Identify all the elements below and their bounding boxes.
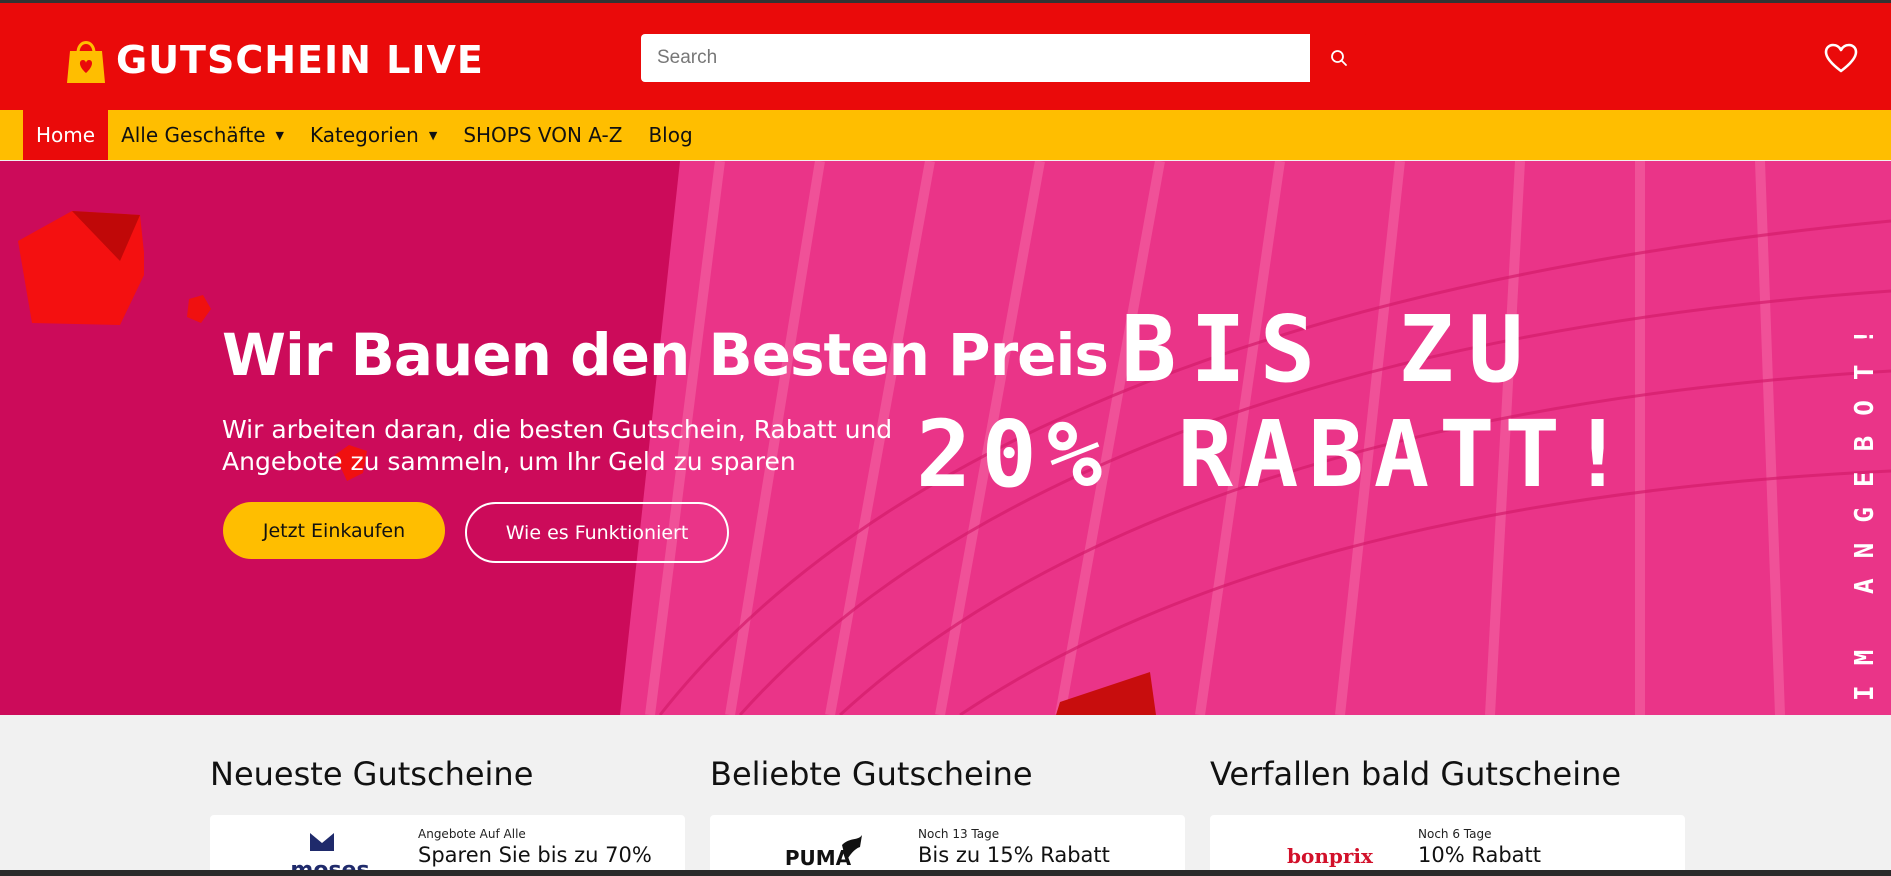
nav-item-label: SHOPS VON A-Z [463, 123, 623, 147]
logo-text: GUTSCHEIN LIVE [116, 38, 484, 82]
card-tag: Angebote Auf Alle [418, 827, 526, 841]
search-button[interactable] [1310, 34, 1368, 82]
card-title: Bis zu 15% Rabatt [918, 843, 1110, 867]
section-newest: Neueste Gutscheine [210, 755, 533, 793]
hero-banner: Wir Bauen den Besten Preis Wir arbeiten … [0, 161, 1891, 715]
svg-text:bonprix: bonprix [1287, 844, 1374, 868]
coupon-card[interactable]: moses Angebote Auf Alle Sparen Sie bis z… [210, 815, 685, 876]
heart-icon [1824, 43, 1858, 73]
promo-text-line1: BIS ZU [1121, 296, 1538, 403]
promo-vertical-text: IM ANGEBOT! [1850, 308, 1880, 701]
nav-item-label: Home [36, 123, 96, 147]
coupon-card[interactable]: bonprix Noch 6 Tage 10% Rabatt [1210, 815, 1685, 876]
search-input[interactable] [641, 34, 1310, 82]
decorative-red-gem [18, 211, 144, 325]
nav-item-home[interactable]: Home [23, 110, 109, 160]
section-expiring: Verfallen bald Gutscheine [1210, 755, 1621, 793]
card-title: Sparen Sie bis zu 70% [418, 843, 652, 867]
site-header: GUTSCHEIN LIVE [0, 3, 1891, 110]
shopping-bag-icon [67, 41, 105, 83]
card-tag: Noch 13 Tage [918, 827, 1000, 841]
caret-down-icon: ▼ [275, 128, 284, 142]
search-icon [1331, 50, 1347, 66]
nav-item-shops-a-z[interactable]: SHOPS VON A-Z [450, 110, 635, 160]
main-navigation: Home Alle Geschäfte ▼ Kategorien ▼ SHOPS… [0, 110, 1891, 160]
shop-now-button[interactable]: Jetzt Einkaufen [223, 502, 445, 559]
nav-item-kategorien[interactable]: Kategorien ▼ [297, 110, 450, 160]
decorative-red-dot [187, 295, 211, 323]
nav-item-alle-geschaefte[interactable]: Alle Geschäfte ▼ [108, 110, 297, 160]
section-title: Beliebte Gutscheine [710, 755, 1033, 793]
card-tag: Noch 6 Tage [1418, 827, 1492, 841]
nav-item-label: Kategorien [309, 123, 419, 147]
section-title: Verfallen bald Gutscheine [1210, 755, 1622, 793]
svg-text:PUMA: PUMA [785, 846, 852, 870]
card-title: 10% Rabatt [1418, 843, 1542, 867]
bottom-border [0, 870, 1891, 876]
nav-item-blog[interactable]: Blog [635, 110, 705, 160]
hero-title: Wir Bauen den Besten Preis [222, 321, 1109, 389]
decorative-red-gem-bottom [1056, 672, 1156, 715]
section-popular: Beliebte Gutscheine [710, 755, 1033, 793]
nav-item-label: Alle Geschäfte [121, 123, 266, 147]
favorites-button[interactable] [1823, 42, 1859, 74]
promo-text-line2: 20% RABATT! [916, 401, 1636, 508]
nav-item-label: Blog [648, 123, 693, 147]
how-it-works-button[interactable]: Wie es Funktioniert [465, 502, 729, 563]
caret-down-icon: ▼ [428, 128, 438, 142]
site-logo[interactable]: GUTSCHEIN LIVE [64, 35, 484, 85]
section-title: Neueste Gutscheine [210, 755, 534, 793]
hero-subtitle: Wir arbeiten daran, die besten Gutschein… [222, 415, 893, 476]
coupon-card[interactable]: PUMA Noch 13 Tage Bis zu 15% Rabatt [710, 815, 1185, 876]
search-bar [641, 34, 1368, 82]
